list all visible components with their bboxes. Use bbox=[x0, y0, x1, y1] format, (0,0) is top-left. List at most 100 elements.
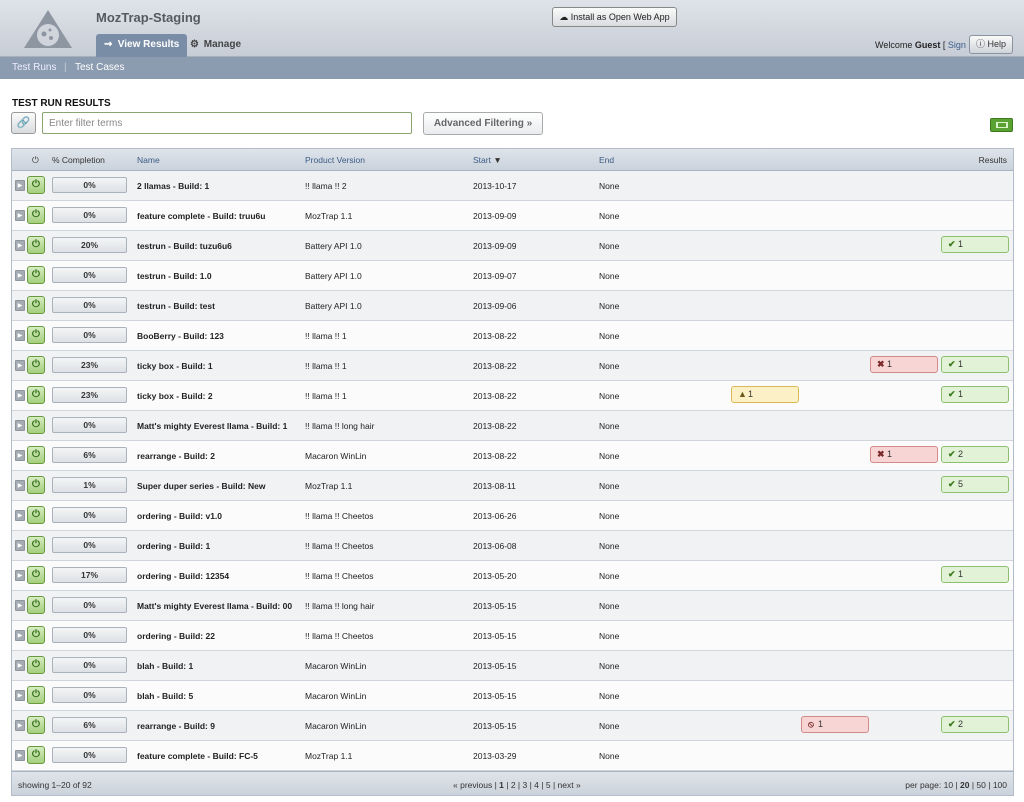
column-completion[interactable]: % Completion bbox=[52, 155, 105, 165]
power-toggle-icon[interactable]: ⏻ bbox=[27, 386, 45, 404]
run-name[interactable]: rearrange - Build: 2 bbox=[137, 451, 215, 461]
power-toggle-icon[interactable]: ⏻ bbox=[27, 416, 45, 434]
app-title[interactable]: MozTrap-Staging bbox=[96, 10, 201, 25]
run-name[interactable]: Matt's mighty Everest llama - Build: 1 bbox=[137, 421, 287, 431]
expand-row-icon[interactable]: ▶ bbox=[15, 510, 25, 521]
expand-row-icon[interactable]: ▶ bbox=[15, 270, 25, 281]
table-row[interactable]: ▶ ⏻ 23% ticky box - Build: 1 !! llama !! 1 20… bbox=[12, 351, 1013, 381]
run-name[interactable]: ordering - Build: 22 bbox=[137, 631, 215, 641]
blocked-result-badge[interactable]: ⦸ 1 bbox=[801, 716, 869, 733]
expand-row-icon[interactable]: ▶ bbox=[15, 390, 25, 401]
run-name[interactable]: blah - Build: 5 bbox=[137, 691, 193, 701]
expand-row-icon[interactable]: ▶ bbox=[15, 450, 25, 461]
per-page-option[interactable]: 20 bbox=[960, 780, 969, 790]
pager-page[interactable]: 3 bbox=[523, 780, 528, 790]
run-name[interactable]: feature complete - Build: FC-5 bbox=[137, 751, 258, 761]
expand-row-icon[interactable]: ▶ bbox=[15, 420, 25, 431]
table-row[interactable]: ▶ ⏻ 0% ordering - Build: 22 !! llama !! Chee… bbox=[12, 621, 1013, 651]
power-toggle-icon[interactable]: ⏻ bbox=[27, 476, 45, 494]
run-name[interactable]: 2 llamas - Build: 1 bbox=[137, 181, 209, 191]
run-name[interactable]: ordering - Build: 12354 bbox=[137, 571, 229, 581]
expand-row-icon[interactable]: ▶ bbox=[15, 750, 25, 761]
passed-result-badge[interactable]: ✔ 2 bbox=[941, 446, 1009, 463]
pager-page[interactable]: 1 bbox=[499, 780, 504, 790]
run-name[interactable]: ordering - Build: v1.0 bbox=[137, 511, 222, 521]
expand-row-icon[interactable]: ▶ bbox=[15, 210, 25, 221]
column-product-version[interactable]: Product Version bbox=[305, 155, 365, 165]
column-name[interactable]: Name bbox=[137, 155, 160, 165]
table-row[interactable]: ▶ ⏻ 0% BooBerry - Build: 123 !! llama !! 1 20… bbox=[12, 321, 1013, 351]
run-name[interactable]: feature complete - Build: truu6u bbox=[137, 211, 265, 221]
power-toggle-icon[interactable]: ⏻ bbox=[27, 206, 45, 224]
table-row[interactable]: ▶ ⏻ 1% Super duper series - Build: New MozTr… bbox=[12, 471, 1013, 501]
column-toggle-button[interactable] bbox=[990, 118, 1013, 132]
table-row[interactable]: ▶ ⏻ 0% feature complete - Build: truu6u MozT… bbox=[12, 201, 1013, 231]
run-name[interactable]: BooBerry - Build: 123 bbox=[137, 331, 224, 341]
table-row[interactable]: ▶ ⏻ 6% rearrange - Build: 2 Macaron WinLin 20… bbox=[12, 441, 1013, 471]
run-name[interactable]: Super duper series - Build: New bbox=[137, 481, 265, 491]
moztrap-logo[interactable] bbox=[22, 8, 74, 50]
expand-row-icon[interactable]: ▶ bbox=[15, 570, 25, 581]
failed-result-badge[interactable]: ✖ 1 bbox=[870, 446, 938, 463]
expand-row-icon[interactable]: ▶ bbox=[15, 690, 25, 701]
table-row[interactable]: ▶ ⏻ 0% 2 llamas - Build: 1 !! llama !! 2 2013… bbox=[12, 171, 1013, 201]
expand-row-icon[interactable]: ▶ bbox=[15, 330, 25, 341]
table-row[interactable]: ▶ ⏻ 17% ordering - Build: 12354 !! llama !! … bbox=[12, 561, 1013, 591]
column-end[interactable]: End bbox=[599, 155, 614, 165]
power-toggle-icon[interactable]: ⏻ bbox=[27, 716, 45, 734]
run-name[interactable]: ticky box - Build: 1 bbox=[137, 361, 213, 371]
expand-row-icon[interactable]: ▶ bbox=[15, 360, 25, 371]
table-row[interactable]: ▶ ⏻ 20% testrun - Build: tuzu6u6 Battery API… bbox=[12, 231, 1013, 261]
run-name[interactable]: testrun - Build: 1.0 bbox=[137, 271, 212, 281]
power-toggle-icon[interactable]: ⏻ bbox=[27, 506, 45, 524]
pager-next[interactable]: next » bbox=[558, 780, 581, 790]
tab-manage[interactable]: ⚙ Manage bbox=[182, 34, 249, 57]
expand-row-icon[interactable]: ▶ bbox=[15, 720, 25, 731]
per-page-option[interactable]: 10 bbox=[944, 780, 953, 790]
power-toggle-icon[interactable]: ⏻ bbox=[27, 656, 45, 674]
power-toggle-icon[interactable]: ⏻ bbox=[27, 686, 45, 704]
passed-result-badge[interactable]: ✔ 1 bbox=[941, 356, 1009, 373]
table-row[interactable]: ▶ ⏻ 6% rearrange - Build: 9 Macaron WinLin 20… bbox=[12, 711, 1013, 741]
column-start[interactable]: Start ▼ bbox=[473, 155, 502, 165]
run-name[interactable]: Matt's mighty Everest llama - Build: 00 bbox=[137, 601, 292, 611]
table-row[interactable]: ▶ ⏻ 0% testrun - Build: 1.0 Battery API 1.0 2… bbox=[12, 261, 1013, 291]
passed-result-badge[interactable]: ✔ 2 bbox=[941, 716, 1009, 733]
per-page-option[interactable]: 50 bbox=[976, 780, 985, 790]
expand-row-icon[interactable]: ▶ bbox=[15, 660, 25, 671]
power-toggle-icon[interactable]: ⏻ bbox=[27, 356, 45, 374]
passed-result-badge[interactable]: ✔ 1 bbox=[941, 566, 1009, 583]
power-toggle-icon[interactable]: ⏻ bbox=[27, 266, 45, 284]
pager-previous[interactable]: « previous bbox=[453, 780, 492, 790]
invalid-result-badge[interactable]: ▲1 bbox=[731, 386, 799, 403]
power-toggle-icon[interactable]: ⏻ bbox=[27, 296, 45, 314]
share-link-button[interactable]: 🔗 bbox=[11, 112, 36, 134]
expand-row-icon[interactable]: ▶ bbox=[15, 540, 25, 551]
table-row[interactable]: ▶ ⏻ 0% Matt's mighty Everest llama - Build:… bbox=[12, 411, 1013, 441]
failed-result-badge[interactable]: ✖ 1 bbox=[870, 356, 938, 373]
power-toggle-icon[interactable]: ⏻ bbox=[27, 596, 45, 614]
install-app-button[interactable]: ☁ Install as Open Web App bbox=[552, 7, 677, 27]
run-name[interactable]: ordering - Build: 1 bbox=[137, 541, 210, 551]
pager-page[interactable]: 5 bbox=[546, 780, 551, 790]
expand-row-icon[interactable]: ▶ bbox=[15, 300, 25, 311]
filter-input[interactable] bbox=[42, 112, 412, 134]
table-row[interactable]: ▶ ⏻ 0% ordering - Build: 1 !! llama !! Cheet… bbox=[12, 531, 1013, 561]
subnav-test-runs[interactable]: Test Runs bbox=[12, 62, 56, 73]
run-name[interactable]: blah - Build: 1 bbox=[137, 661, 193, 671]
table-row[interactable]: ▶ ⏻ 0% ordering - Build: v1.0 !! llama !! Ch… bbox=[12, 501, 1013, 531]
power-toggle-icon[interactable]: ⏻ bbox=[27, 626, 45, 644]
expand-row-icon[interactable]: ▶ bbox=[15, 630, 25, 641]
power-toggle-icon[interactable]: ⏻ bbox=[27, 746, 45, 764]
expand-row-icon[interactable]: ▶ bbox=[15, 600, 25, 611]
subnav-test-cases[interactable]: Test Cases bbox=[75, 62, 124, 73]
power-toggle-icon[interactable]: ⏻ bbox=[27, 326, 45, 344]
power-toggle-icon[interactable]: ⏻ bbox=[27, 536, 45, 554]
help-button[interactable]: ⓘ Help bbox=[969, 35, 1013, 54]
power-toggle-icon[interactable]: ⏻ bbox=[27, 446, 45, 464]
table-row[interactable]: ▶ ⏻ 0% testrun - Build: test Battery API 1.0… bbox=[12, 291, 1013, 321]
expand-row-icon[interactable]: ▶ bbox=[15, 180, 25, 191]
table-row[interactable]: ▶ ⏻ 0% Matt's mighty Everest llama - Build:… bbox=[12, 591, 1013, 621]
table-row[interactable]: ▶ ⏻ 0% feature complete - Build: FC-5 MozTra… bbox=[12, 741, 1013, 771]
pager-page[interactable]: 2 bbox=[511, 780, 516, 790]
